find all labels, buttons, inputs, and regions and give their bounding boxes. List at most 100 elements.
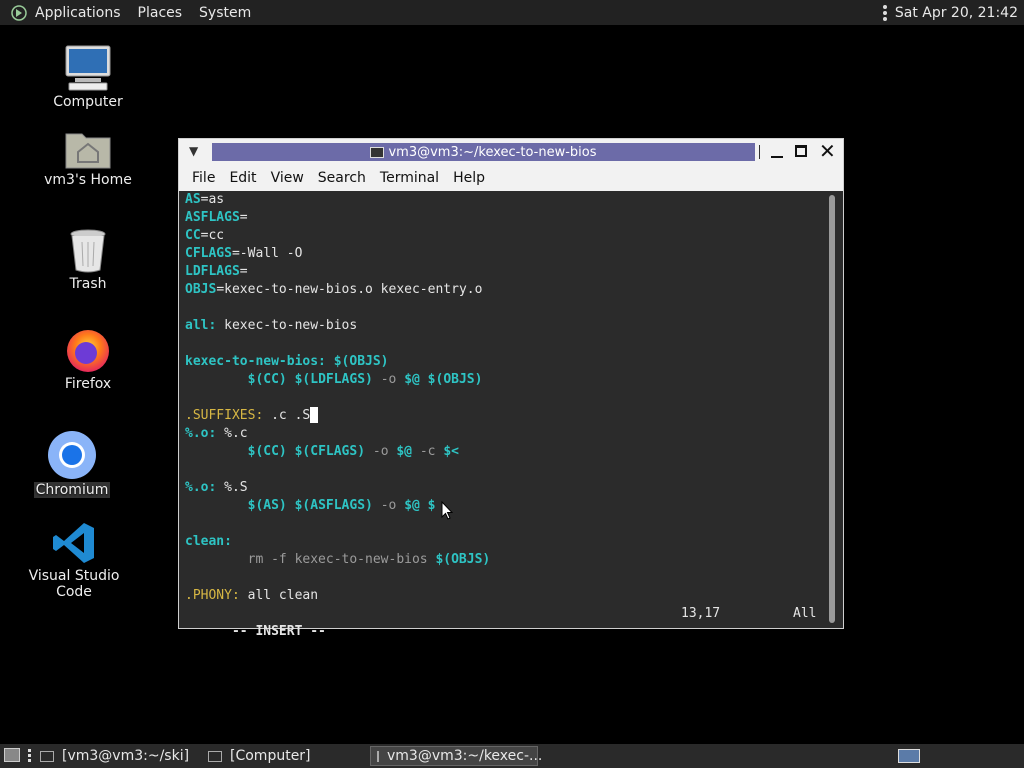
editor-line: kexec-to-new-bios: $(OBJS) bbox=[185, 353, 490, 371]
code-token: .c .S bbox=[263, 408, 311, 423]
show-desktop-icon[interactable] bbox=[4, 748, 20, 762]
code-token: $@ bbox=[404, 498, 420, 513]
code-token: .SUFFIXES: bbox=[185, 408, 264, 423]
code-token: -o bbox=[372, 372, 405, 387]
vim-mode-indicator: -- INSERT -- bbox=[231, 624, 326, 639]
code-token: ASFLAGS bbox=[185, 210, 240, 225]
desktop-icon-computer[interactable]: Computer bbox=[33, 44, 143, 110]
distro-logo-icon[interactable] bbox=[11, 4, 27, 21]
places-menu[interactable]: Places bbox=[138, 5, 192, 21]
code-token: OBJS bbox=[185, 282, 217, 297]
terminal-scrollbar[interactable] bbox=[829, 195, 835, 623]
desktop-icon-vscode[interactable]: Visual Studio Code bbox=[19, 520, 129, 600]
workspace-switcher[interactable] bbox=[898, 749, 920, 763]
top-panel: Applications Places System Sat Apr 20, 2… bbox=[0, 0, 1024, 25]
taskbar-item-terminal-ski[interactable]: [vm3@vm3:~/ski] bbox=[40, 746, 189, 766]
panel-clock[interactable]: Sat Apr 20, 21:42 bbox=[895, 5, 1018, 21]
taskbar-item-terminal-kexec[interactable]: vm3@vm3:~/kexec-... bbox=[370, 746, 542, 766]
system-menu[interactable]: System bbox=[199, 5, 260, 21]
desktop-icon-label: vm3's Home bbox=[44, 172, 132, 188]
bottom-panel: [vm3@vm3:~/ski] [Computer] vm3@vm3:~/kex… bbox=[0, 744, 1024, 768]
task-label: vm3@vm3:~/kexec-... bbox=[387, 748, 543, 764]
scroll-indicator: All bbox=[793, 606, 817, 621]
code-token: .PHONY: bbox=[185, 588, 240, 603]
code-token: $< bbox=[443, 444, 459, 459]
terminal-text-area[interactable]: AS=as ASFLAGS= CC=cc CFLAGS=-Wall -O LDFLAGS… bbox=[179, 191, 843, 639]
task-label: [vm3@vm3:~/ski] bbox=[62, 748, 190, 764]
maximize-button[interactable] bbox=[795, 145, 807, 157]
editor-line: $(CC) $(CFLAGS) -o $@ -c $< bbox=[185, 443, 490, 461]
editor-line: .SUFFIXES: .c .S bbox=[185, 406, 490, 425]
window-title-area[interactable]: vm3@vm3:~/kexec-to-new-bios bbox=[212, 143, 755, 161]
code-token: %.S bbox=[216, 480, 248, 495]
menu-terminal[interactable]: Terminal bbox=[373, 170, 446, 186]
code-token: $ bbox=[419, 498, 436, 513]
title-separator bbox=[759, 145, 760, 159]
applications-menu[interactable]: Applications bbox=[35, 5, 130, 21]
desktop-icon-label: Visual Studio Code bbox=[28, 568, 120, 600]
desktop-icon-label: Chromium bbox=[33, 482, 111, 498]
home-folder-icon bbox=[65, 133, 111, 169]
editor-line: %.o: %.S bbox=[185, 479, 490, 497]
menu-search[interactable]: Search bbox=[311, 170, 373, 186]
window-menu-chevron-down-icon[interactable]: ▼ bbox=[189, 144, 198, 158]
terminal-icon bbox=[40, 750, 54, 762]
menu-view[interactable]: View bbox=[264, 170, 311, 186]
code-token: $@ bbox=[404, 372, 420, 387]
menu-help[interactable]: Help bbox=[446, 170, 492, 186]
menu-file[interactable]: File bbox=[179, 170, 222, 186]
code-token: $(CC) bbox=[247, 444, 287, 459]
trash-icon bbox=[70, 229, 106, 273]
code-token: $(OBJS) bbox=[435, 552, 491, 567]
editor-line: CFLAGS=-Wall -O bbox=[185, 245, 490, 263]
code-token: $(AS) bbox=[247, 498, 287, 513]
panel-handle-icon[interactable] bbox=[28, 749, 31, 762]
code-token: LDFLAGS bbox=[185, 264, 240, 279]
desktop-icon-trash[interactable]: Trash bbox=[33, 228, 143, 292]
terminal-window[interactable]: ▼ vm3@vm3:~/kexec-to-new-bios ✕ File Edi… bbox=[178, 138, 844, 639]
editor-line: rm -f kexec-to-new-bios $(OBJS) bbox=[185, 551, 491, 569]
terminal-icon bbox=[377, 750, 379, 762]
desktop-icon-home[interactable]: vm3's Home bbox=[33, 128, 143, 188]
code-token: kexec-to-new-bios: bbox=[185, 354, 326, 369]
editor-lines: AS=as ASFLAGS= CC=cc CFLAGS=-Wall -O LDFLAGS… bbox=[185, 191, 490, 605]
code-token: clean: bbox=[185, 534, 232, 549]
taskbar-item-computer[interactable]: [Computer] bbox=[208, 746, 311, 766]
code-token: AS bbox=[185, 192, 201, 207]
code-token: $(ASFLAGS) bbox=[294, 498, 373, 513]
code-token: =kexec-to-new-bios.o kexec-entry.o bbox=[216, 282, 483, 297]
terminal-title-bar[interactable]: ▼ vm3@vm3:~/kexec-to-new-bios ✕ bbox=[179, 139, 843, 165]
code-token: all clean bbox=[239, 588, 319, 603]
minimize-button[interactable] bbox=[771, 143, 785, 161]
editor-line: clean: bbox=[185, 533, 490, 551]
code-token: =cc bbox=[200, 228, 225, 243]
terminal-icon bbox=[370, 146, 385, 158]
desktop-icon-label: Trash bbox=[69, 276, 107, 292]
desktop-icon-chromium[interactable]: Chromium bbox=[17, 430, 127, 498]
mouse-pointer-icon bbox=[441, 501, 453, 520]
cursor-position: 13,17 bbox=[681, 606, 721, 621]
close-button[interactable]: ✕ bbox=[819, 141, 836, 161]
code-token: $(CFLAGS) bbox=[294, 444, 366, 459]
code-token: = bbox=[239, 210, 248, 225]
desktop-icon-firefox[interactable]: Firefox bbox=[33, 326, 143, 392]
code-token: -o bbox=[372, 498, 405, 513]
menu-edit[interactable]: Edit bbox=[222, 170, 263, 186]
computer-icon bbox=[208, 750, 222, 762]
editor-line: LDFLAGS= bbox=[185, 263, 490, 281]
desktop-icon-label: Firefox bbox=[64, 376, 112, 392]
panel-kebab-icon[interactable] bbox=[882, 4, 887, 21]
